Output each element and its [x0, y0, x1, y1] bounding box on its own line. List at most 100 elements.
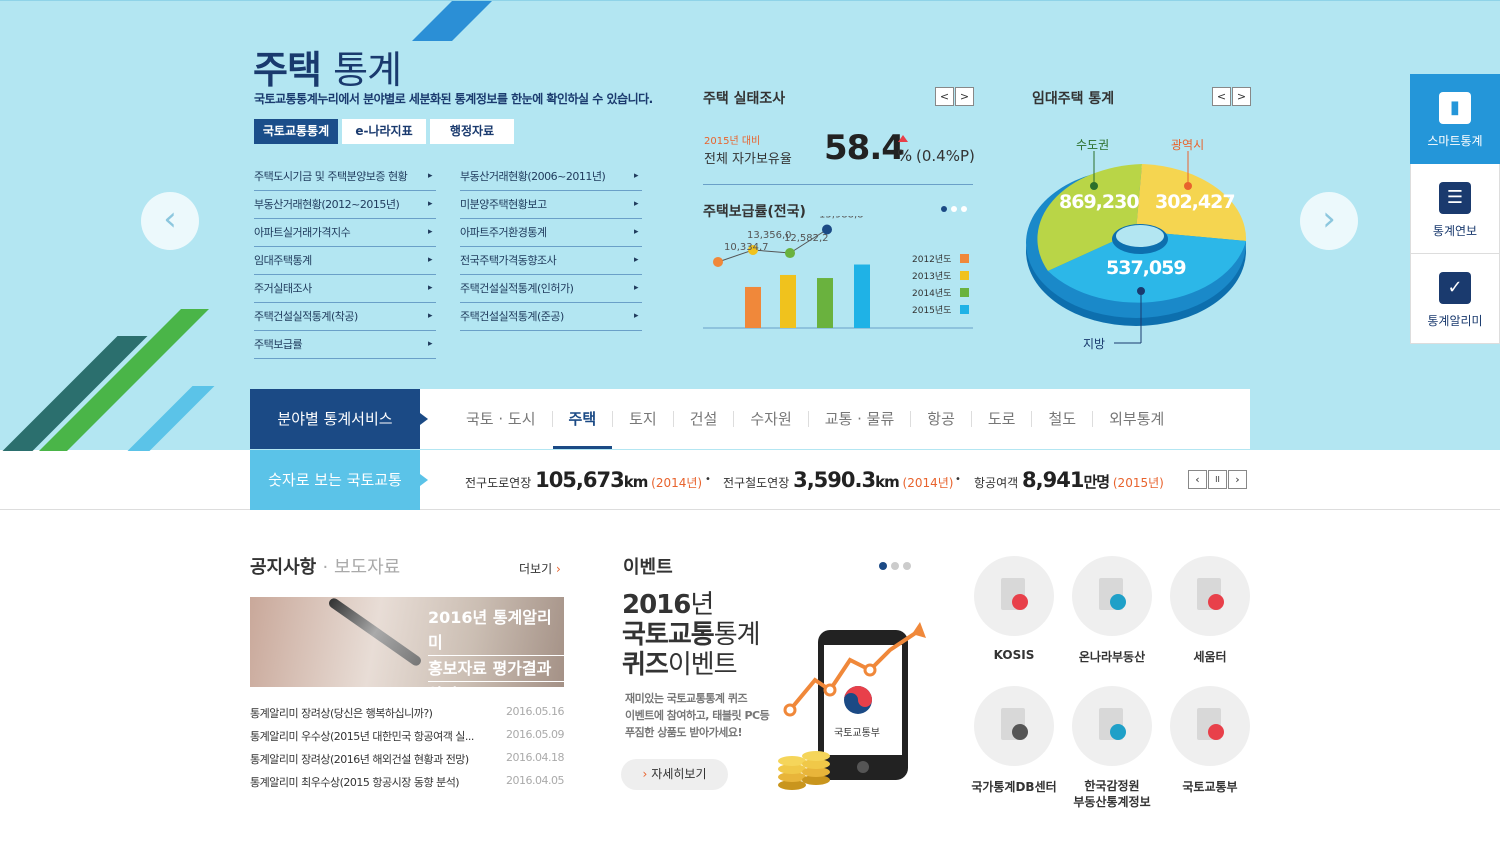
service-tab[interactable]: 토지	[613, 389, 673, 449]
notice-banner[interactable]: 2016년 통계알리미 홍보자료 평가결과 알림	[250, 597, 564, 687]
list-item[interactable]: 통계알리미 장려상(당신은 행복하십니까?) 2016.05.16	[250, 705, 564, 728]
notice-date: 2016.04.05	[506, 774, 564, 787]
notice-date: 2016.05.16	[506, 705, 564, 718]
rental-prev-button[interactable]: <	[1212, 87, 1231, 106]
stat-year: (2014년)	[902, 476, 954, 490]
service-tab[interactable]: 항공	[911, 389, 971, 449]
service-bar: 분야별 통계서비스 국토 · 도시 주택 토지 건설 수자원 교통 · 물류 항…	[250, 389, 1250, 449]
service-tab[interactable]: 철도	[1032, 389, 1092, 449]
more-link[interactable]: 더보기 ›	[519, 560, 561, 577]
quick-link-kosis[interactable]: KOSIS	[959, 556, 1069, 662]
link-item[interactable]: 임대주택통계	[254, 247, 436, 275]
quick-link-seumteo[interactable]: 세움터	[1155, 556, 1265, 665]
survey-next-button[interactable]: >	[955, 87, 974, 106]
notice-text: 통계알리미 장려상(당신은 행복하십니까?)	[250, 707, 433, 720]
chart-bar	[854, 264, 870, 328]
coin-icon	[778, 756, 806, 766]
button-label: 자세히보기	[651, 767, 707, 781]
service-tab[interactable]: 도로	[972, 389, 1032, 449]
link-item[interactable]: 아파트주거환경통계	[460, 219, 642, 247]
link-item[interactable]: 주택건설실적통계(인허가)	[460, 275, 642, 303]
survey-unit: %	[897, 146, 913, 165]
notice-title: 공지사항 · 보도자료	[250, 553, 400, 579]
desc-line: 재미있는 국토교통통계 퀴즈	[625, 692, 748, 705]
link-item[interactable]: 주택도시기금 및 주택분양보증 현황	[254, 163, 436, 191]
link-item[interactable]: 주택건설실적통계(착공)	[254, 303, 436, 331]
pager-dot-active[interactable]	[879, 562, 887, 570]
quick-link-label: KOSIS	[993, 648, 1035, 662]
quick-link-label: 온나라부동산	[1078, 650, 1146, 664]
quick-link-label: 국가통계DB센터	[971, 780, 1057, 794]
prev-slide-button[interactable]: ‹	[141, 192, 199, 250]
list-item[interactable]: 통계알리미 장려상(2016년 해외건설 현황과 전망) 2016.04.18	[250, 751, 564, 774]
sidebar-item-yearbook[interactable]: ☰ 통계연보	[1410, 164, 1500, 254]
pager-dot[interactable]	[903, 562, 911, 570]
chart-bar	[817, 278, 833, 328]
banner-caption: 2016년 통계알리미 홍보자료 평가결과 알림	[428, 605, 564, 687]
quick-link-statdb[interactable]: 국가통계DB센터	[959, 686, 1069, 795]
stat-road: 전구도로연장 105,673km (2014년)	[465, 468, 702, 492]
service-tab[interactable]: 건설	[674, 389, 734, 449]
press-tab[interactable]: · 보도자료	[323, 557, 401, 578]
sidebar-item-alert[interactable]: ✓ 통계알리미	[1410, 254, 1500, 344]
notice-text: 통계알리미 최우수상(2015 항공시장 동향 분석)	[250, 776, 460, 789]
notice-text: 통계알리미 우수상(2015년 대한민국 항공여객 실...	[250, 730, 474, 743]
service-tab[interactable]: 교통 · 물류	[809, 389, 911, 449]
legend-label: 2012년도	[912, 254, 951, 265]
numbers-pause-button[interactable]: II	[1208, 470, 1227, 489]
survey-arrows: < >	[934, 87, 974, 106]
pager-dot[interactable]	[951, 206, 957, 212]
pen-icon	[327, 597, 423, 668]
quick-link-molit[interactable]: 국토교통부	[1155, 686, 1265, 795]
numbers-prev-button[interactable]: ‹	[1188, 470, 1207, 489]
quick-link-onnara[interactable]: 온나라부동산	[1057, 556, 1167, 665]
quick-link-label: 세움터	[1193, 650, 1227, 664]
link-item[interactable]: 미분양주택현황보고	[460, 191, 642, 219]
trend-dot	[863, 663, 877, 677]
link-item[interactable]: 주거실태조사	[254, 275, 436, 303]
stat-value: 3,590.3	[793, 468, 876, 492]
list-item[interactable]: 통계알리미 최우수상(2015 항공시장 동향 분석) 2016.04.05	[250, 774, 564, 797]
region-label-local: 지방	[1083, 337, 1106, 351]
service-tab-active[interactable]: 주택	[552, 389, 613, 449]
video-doc-icon	[1012, 594, 1028, 610]
link-item[interactable]: 주택건설실적통계(준공)	[460, 303, 642, 331]
notice-list: 통계알리미 장려상(당신은 행복하십니까?) 2016.05.16 통계알리미 우…	[250, 705, 564, 797]
service-tab[interactable]: 외부통계	[1093, 389, 1180, 449]
legend-label: 2014년도	[912, 288, 951, 299]
rental-next-button[interactable]: >	[1232, 87, 1251, 106]
tab-molit-stats[interactable]: 국토교통통계	[254, 119, 338, 144]
supply-chart: 10,334,713,356,012,582,215,988,82012년도20…	[703, 216, 973, 329]
survey-prev-button[interactable]: <	[935, 87, 954, 106]
link-item[interactable]: 부동산거래현황(2006~2011년)	[460, 163, 642, 191]
link-item[interactable]: 전국주택가격동향조사	[460, 247, 642, 275]
link-item[interactable]: 아파트실거래가격지수	[254, 219, 436, 247]
next-slide-button[interactable]: ›	[1300, 192, 1358, 250]
pager-dot[interactable]	[891, 562, 899, 570]
callout-dot	[1090, 182, 1098, 190]
region-value-metro: 869,230	[1059, 191, 1140, 213]
edit-doc-icon	[1208, 594, 1224, 610]
pie-hole-inner	[1116, 225, 1164, 247]
sidebar-item-smart-stats[interactable]: ▮ 스마트통계	[1410, 74, 1500, 164]
page-subtitle: 국토교통통계누리에서 분야별로 세분화된 통계정보를 한눈에 확인하실 수 있습…	[254, 92, 653, 106]
pager-dot[interactable]	[961, 206, 967, 212]
numbers-next-button[interactable]: ›	[1228, 470, 1247, 489]
link-item[interactable]: 부동산거래현황(2012~2015년)	[254, 191, 436, 219]
quick-link-kab[interactable]: 한국감정원 부동산통계정보	[1057, 686, 1167, 810]
service-tab[interactable]: 수자원	[734, 389, 807, 449]
phone-illustration	[778, 622, 926, 790]
link-item[interactable]: 주택보급률	[254, 331, 436, 359]
pager-dot-active[interactable]	[941, 206, 947, 212]
trend-dot	[783, 703, 797, 717]
separator-dot: •	[705, 474, 711, 485]
rental-pie-chart	[1026, 151, 1247, 344]
tab-admin-data[interactable]: 행정자료	[430, 119, 514, 144]
event-detail-button[interactable]: › 자세히보기	[621, 759, 728, 790]
book-list-icon: ☰	[1439, 182, 1471, 214]
callout-dot	[1137, 287, 1145, 295]
tab-e-index[interactable]: e-나라지표	[342, 119, 426, 144]
notice-tab[interactable]: 공지사항	[250, 557, 316, 578]
service-tab[interactable]: 국토 · 도시	[450, 389, 552, 449]
list-item[interactable]: 통계알리미 우수상(2015년 대한민국 항공여객 실... 2016.05.09	[250, 728, 564, 751]
